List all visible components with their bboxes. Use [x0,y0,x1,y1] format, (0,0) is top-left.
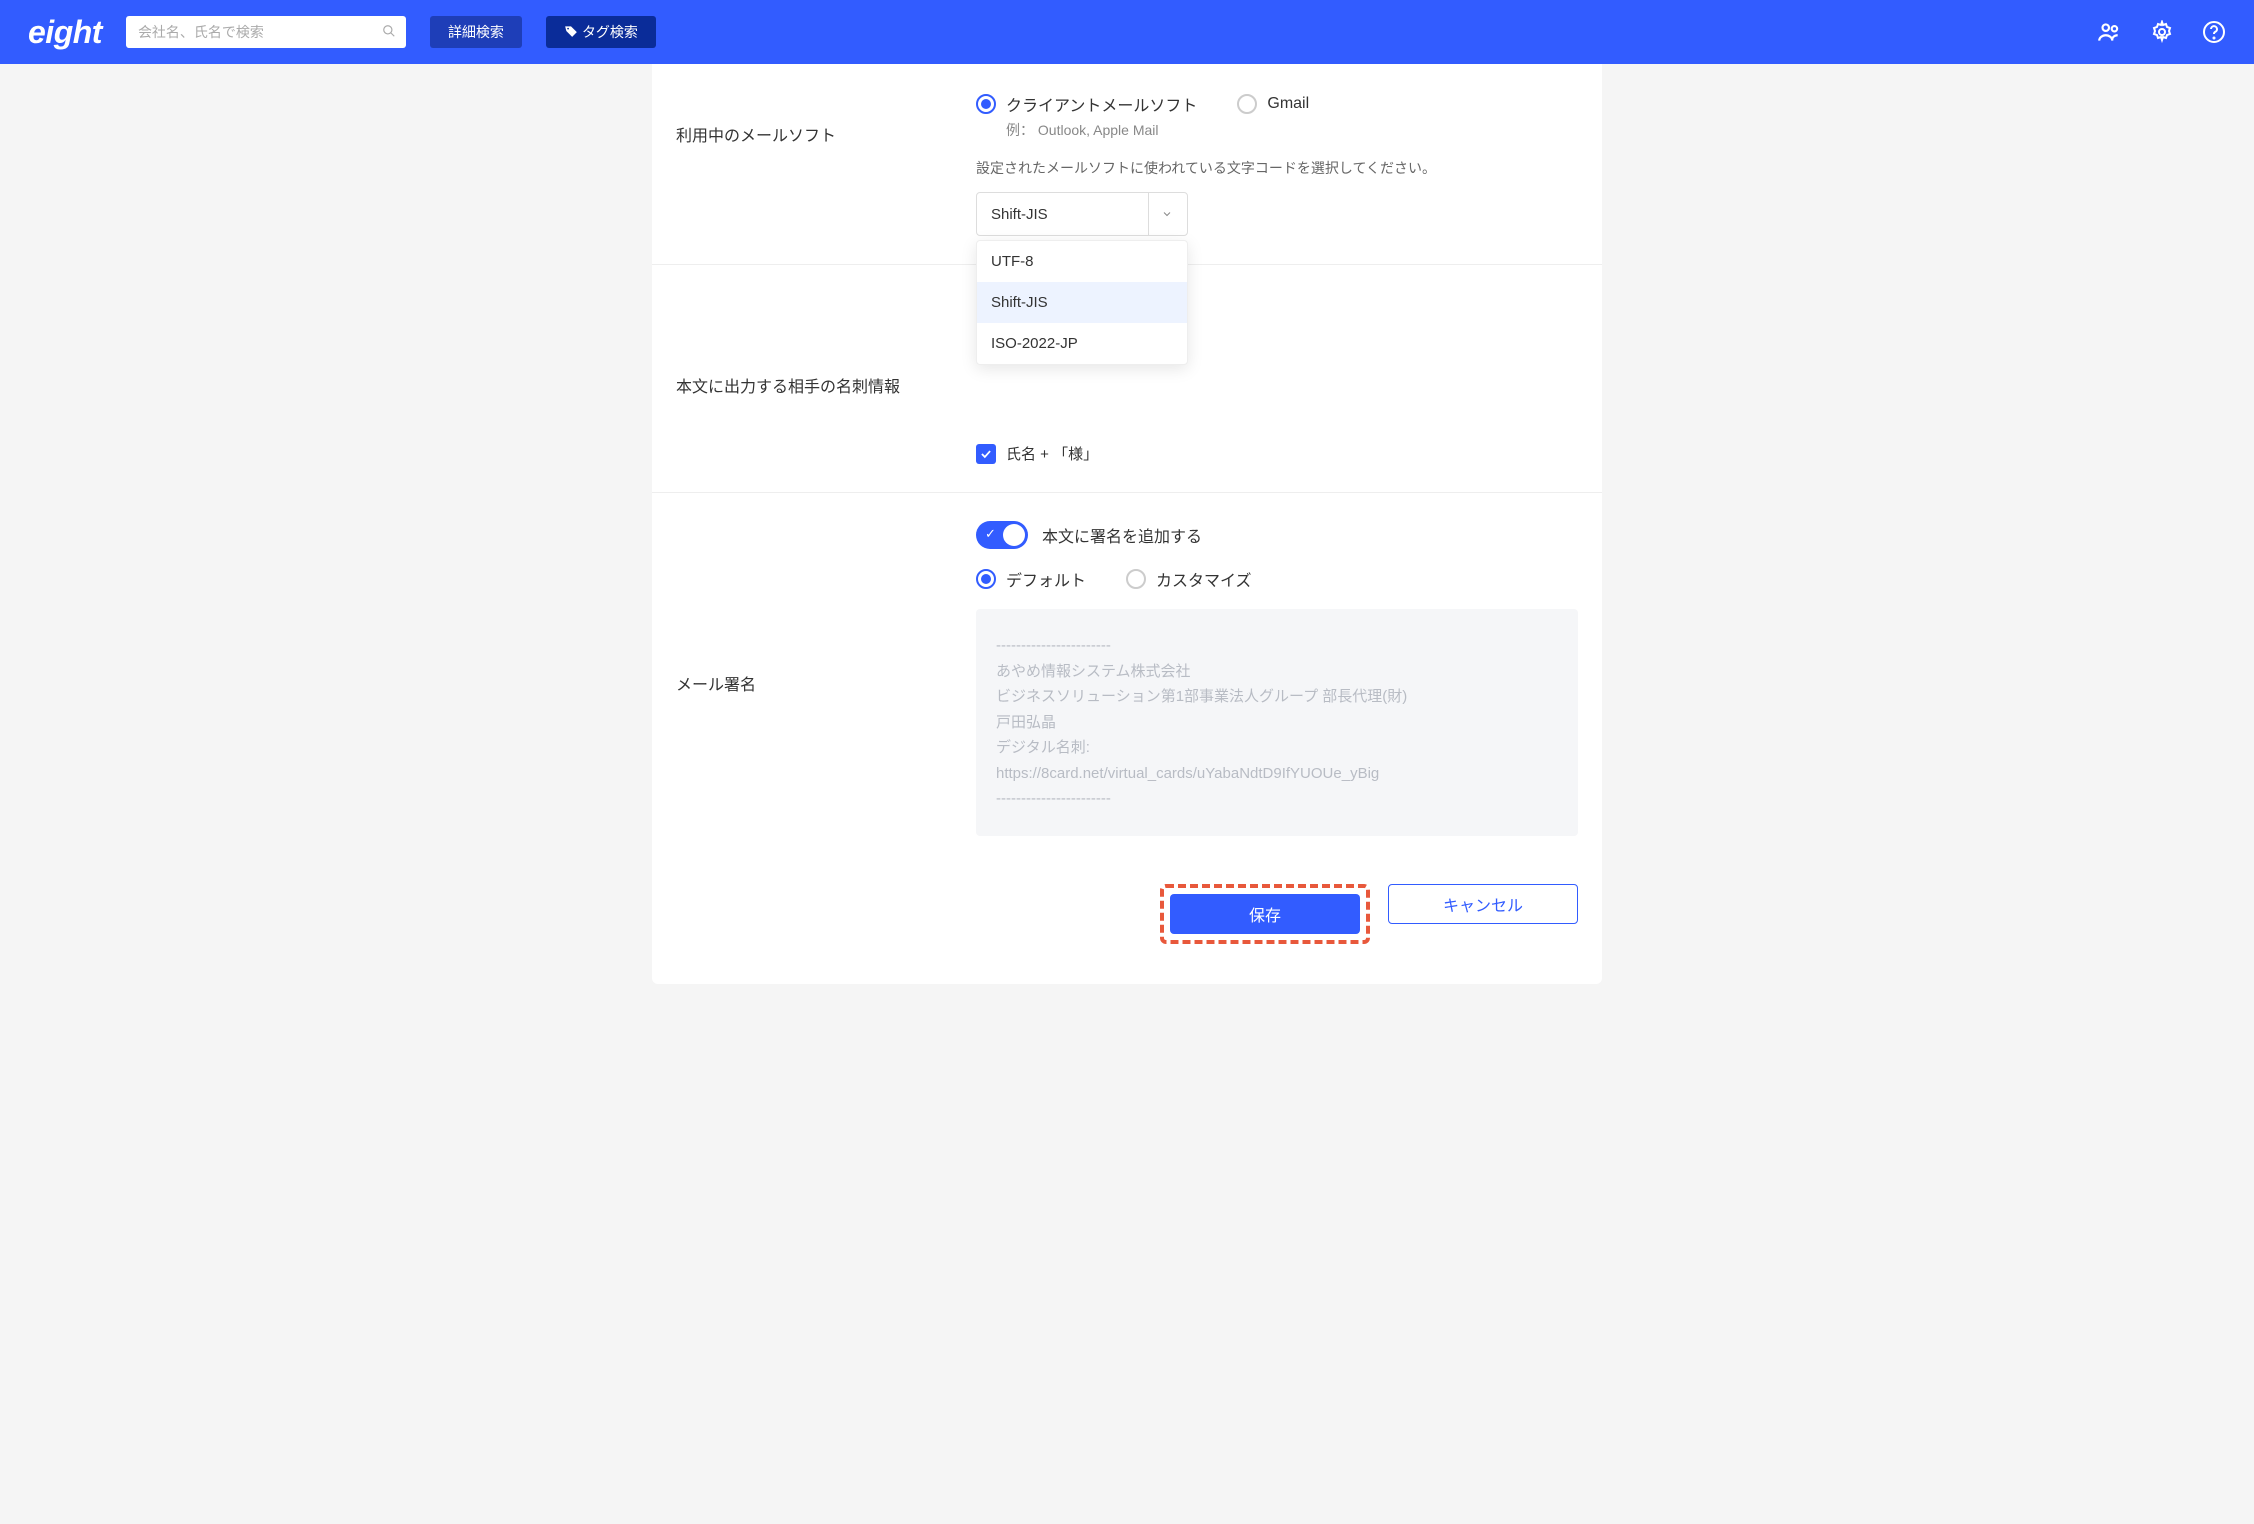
encoding-selected-value: Shift-JIS [991,206,1048,223]
logo: eight [28,14,102,51]
radio-signature-custom[interactable]: カスタマイズ [1126,567,1252,591]
radio-client-mail[interactable]: クライアントメールソフト [976,92,1197,116]
encoding-hint: 設定されたメールソフトに使われている文字コードを選択してください。 [976,158,1578,178]
name-suffix-checkbox-line[interactable]: 氏名 + 「様」 [976,443,1578,464]
card-info-label: 本文に出力する相手の名刺情報 [676,293,976,464]
radio-signature-custom-label: カスタマイズ [1156,567,1252,591]
gear-icon[interactable] [2150,20,2174,44]
mail-client-row: 利用中のメールソフト クライアントメールソフト Gmail 例： Outlook… [652,64,1602,265]
tag-search-label: タグ検索 [582,22,638,42]
radio-gmail[interactable]: Gmail [1237,94,1309,114]
checkbox-checked-icon [976,444,996,464]
settings-card: 利用中のメールソフト クライアントメールソフト Gmail 例： Outlook… [652,64,1602,984]
signature-preview: ----------------------- あやめ情報システム株式会社 ビジ… [976,609,1578,836]
encoding-dropdown: UTF-8 Shift-JIS ISO-2022-JP [976,240,1188,365]
encoding-option-utf8[interactable]: UTF-8 [977,241,1187,282]
encoding-option-shiftjis[interactable]: Shift-JIS [977,282,1187,323]
signature-row: メール署名 本文に署名を追加する デフォルト カスタマイズ ----------… [652,493,1602,864]
header-icons [2096,19,2226,45]
footer-buttons: 保存 キャンセル [652,864,1602,944]
search-box[interactable] [126,16,406,48]
save-highlight: 保存 [1160,884,1370,944]
search-icon [382,24,396,41]
people-icon[interactable] [2096,19,2122,45]
header-bar: eight 詳細検索 タグ検索 [0,0,2254,64]
help-icon[interactable] [2202,20,2226,44]
save-button[interactable]: 保存 [1170,894,1360,934]
radio-gmail-label: Gmail [1267,95,1309,113]
mail-client-label: 利用中のメールソフト [676,92,976,236]
signature-toggle[interactable] [976,521,1028,549]
search-input[interactable] [138,24,382,40]
radio-signature-default[interactable]: デフォルト [976,567,1086,591]
signature-toggle-label: 本文に署名を追加する [1042,523,1202,547]
encoding-option-iso2022jp[interactable]: ISO-2022-JP [977,323,1187,364]
signature-label: メール署名 [676,521,976,836]
chevron-down-icon [1148,193,1173,235]
radio-client-mail-label: クライアントメールソフト [1006,92,1197,116]
radio-signature-default-label: デフォルト [1006,567,1086,591]
encoding-select[interactable]: Shift-JIS [976,192,1188,236]
advanced-search-button[interactable]: 詳細検索 [430,16,522,48]
tag-search-button[interactable]: タグ検索 [546,16,656,48]
tag-icon [564,24,578,41]
mail-client-hint: 例： Outlook, Apple Mail [1006,120,1578,140]
cancel-button[interactable]: キャンセル [1388,884,1578,924]
name-suffix-label: 氏名 + 「様」 [1006,443,1098,464]
